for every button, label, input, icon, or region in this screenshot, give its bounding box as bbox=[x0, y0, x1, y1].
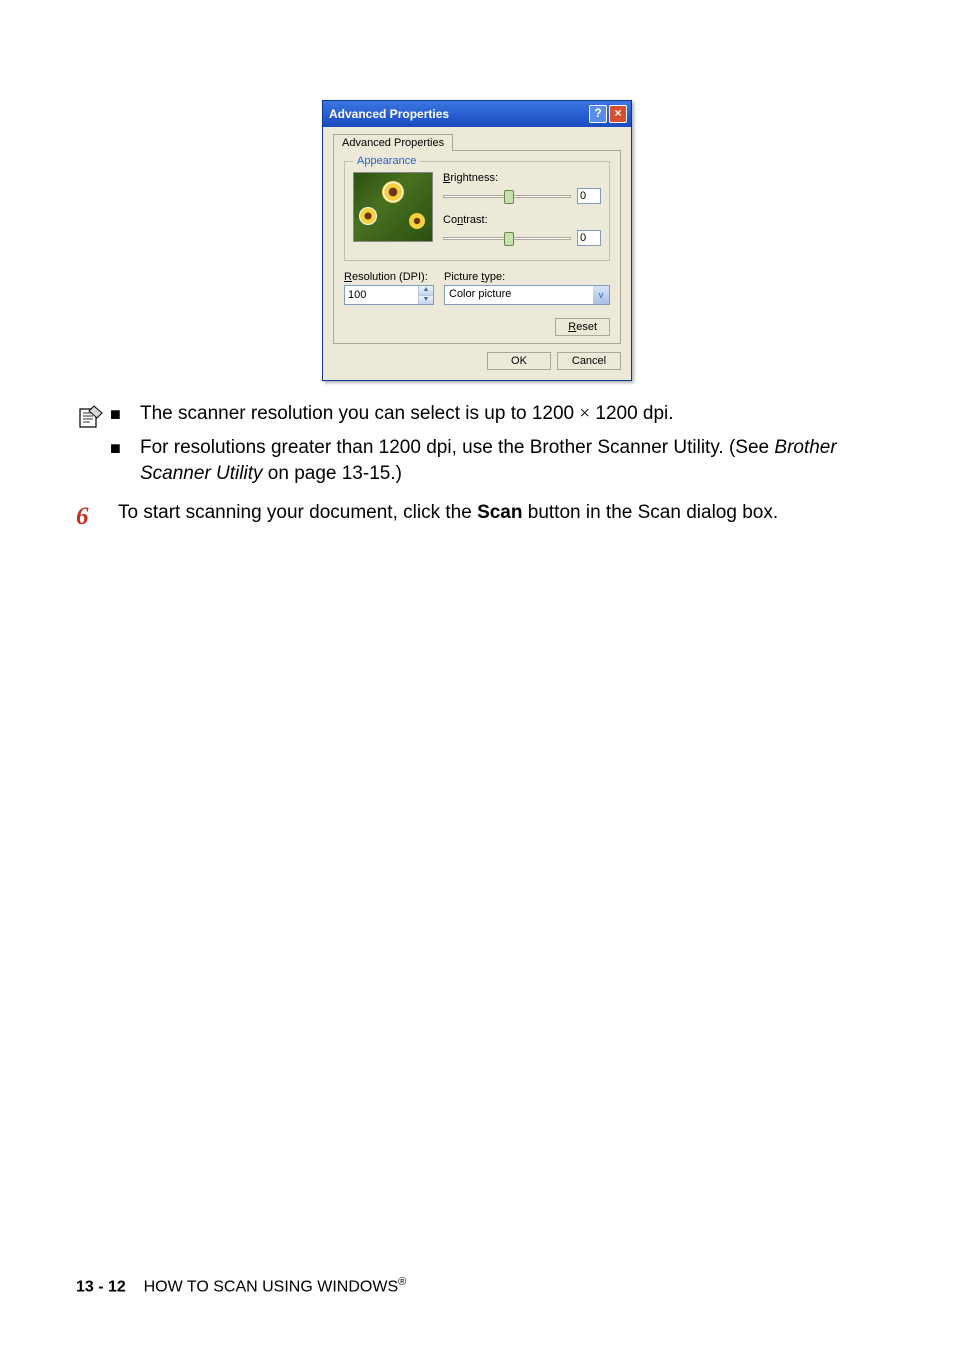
resolution-spinner[interactable]: ▲ ▼ bbox=[344, 285, 434, 305]
brightness-value[interactable]: 0 bbox=[577, 188, 601, 204]
page-footer: 13 - 12 HOW TO SCAN USING WINDOWS® bbox=[76, 1276, 406, 1296]
contrast-value[interactable]: 0 bbox=[577, 230, 601, 246]
dialog-title: Advanced Properties bbox=[329, 107, 449, 121]
step-text: To start scanning your document, click t… bbox=[118, 500, 878, 526]
note-icon bbox=[76, 401, 110, 436]
close-button[interactable]: × bbox=[609, 105, 627, 123]
brightness-label: Brightness: bbox=[443, 172, 601, 184]
picture-type-dropdown[interactable]: Color picture v bbox=[444, 285, 610, 305]
footer-title: HOW TO SCAN USING WINDOWS bbox=[144, 1278, 399, 1295]
tab-panel: Appearance Brightness: 0 bbox=[333, 150, 621, 344]
step-number: 6 bbox=[76, 500, 118, 534]
tab-advanced-properties[interactable]: Advanced Properties bbox=[333, 134, 453, 151]
note-text-1: The scanner resolution you can select is… bbox=[140, 401, 878, 427]
registered-mark: ® bbox=[398, 1276, 406, 1288]
preview-image bbox=[353, 172, 433, 242]
picture-type-label: Picture type: bbox=[444, 271, 610, 283]
resolution-label: Resolution (DPI): bbox=[344, 271, 434, 283]
advanced-properties-dialog: Advanced Properties ? × Advanced Propert… bbox=[322, 100, 632, 381]
contrast-label: Contrast: bbox=[443, 214, 601, 226]
chevron-down-icon[interactable]: v bbox=[593, 286, 609, 304]
cancel-button[interactable]: Cancel bbox=[557, 352, 621, 370]
ok-button[interactable]: OK bbox=[487, 352, 551, 370]
reset-button[interactable]: Reset bbox=[555, 318, 610, 336]
appearance-legend: Appearance bbox=[353, 155, 420, 167]
appearance-fieldset: Appearance Brightness: 0 bbox=[344, 161, 610, 261]
picture-type-value: Color picture bbox=[445, 286, 593, 304]
spin-down-icon[interactable]: ▼ bbox=[419, 296, 433, 305]
square-bullet-icon: ■ bbox=[110, 435, 140, 486]
resolution-input[interactable] bbox=[345, 286, 418, 304]
spin-up-icon[interactable]: ▲ bbox=[419, 286, 433, 296]
note-text-2: For resolutions greater than 1200 dpi, u… bbox=[140, 435, 878, 486]
page-number: 13 - 12 bbox=[76, 1278, 126, 1295]
dialog-titlebar: Advanced Properties ? × bbox=[323, 101, 631, 127]
help-button[interactable]: ? bbox=[589, 105, 607, 123]
contrast-slider[interactable] bbox=[443, 237, 571, 240]
square-bullet-icon: ■ bbox=[110, 401, 140, 427]
brightness-slider[interactable] bbox=[443, 195, 571, 198]
